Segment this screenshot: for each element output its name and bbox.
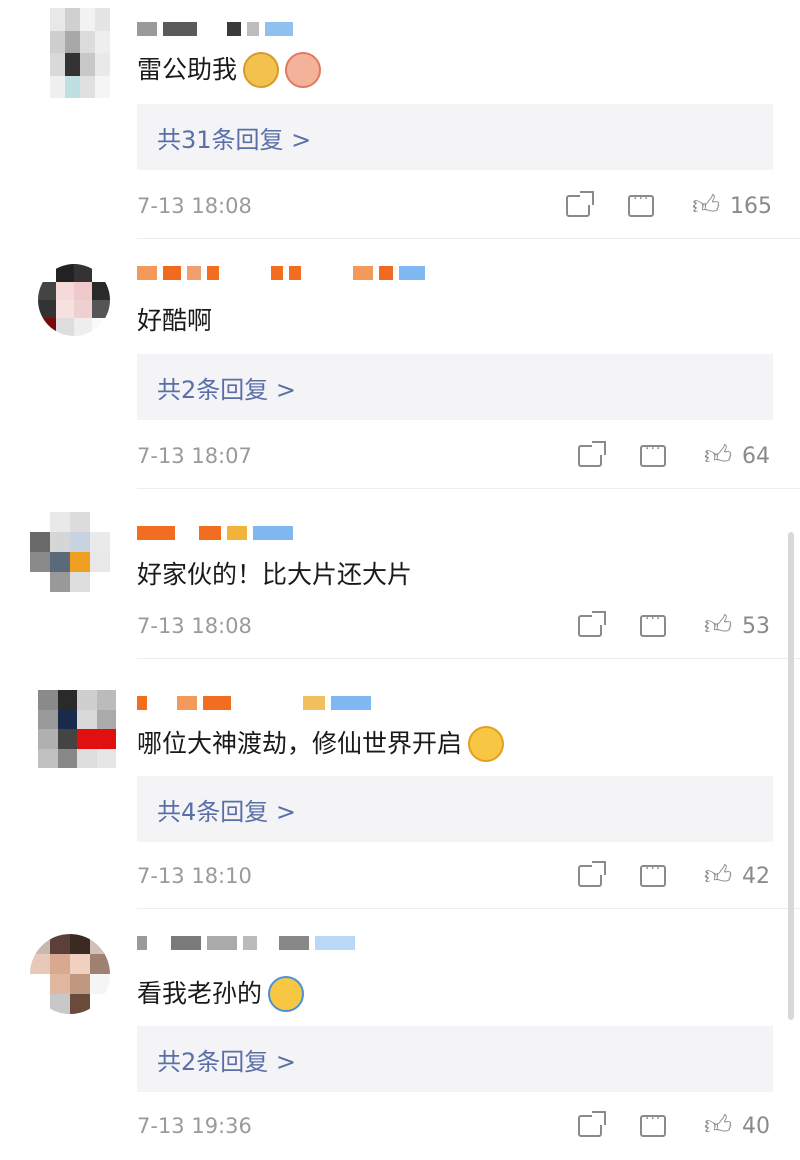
- username-blurred[interactable]: [137, 524, 293, 542]
- share-icon[interactable]: [578, 861, 606, 887]
- timestamp: 7-13 18:08: [137, 194, 252, 218]
- action-bar: 👍︎ 40: [540, 1111, 772, 1140]
- divider: [137, 908, 800, 909]
- divider: [137, 238, 800, 239]
- comment-item: 雷公助我 共31条回复 > 7-13 18:08 👍︎ 165: [0, 0, 800, 240]
- like-count: 42: [742, 863, 770, 889]
- like-count: 40: [742, 1113, 770, 1139]
- avatar[interactable]: [30, 934, 110, 1014]
- like-icon[interactable]: 👍︎: [704, 442, 734, 470]
- timestamp: 7-13 19:36: [137, 1114, 252, 1138]
- timestamp: 7-13 18:08: [137, 614, 252, 638]
- avatar[interactable]: [38, 690, 116, 768]
- grin-sweat-emoji: [468, 726, 505, 762]
- reply-summary[interactable]: 共31条回复 >: [137, 104, 773, 170]
- username-blurred[interactable]: [137, 264, 425, 282]
- reply-count-link[interactable]: 共4条回复 >: [157, 792, 296, 827]
- divider: [137, 658, 800, 659]
- comment-icon[interactable]: [628, 191, 654, 217]
- like-icon[interactable]: 👍︎: [704, 1112, 734, 1140]
- reply-summary[interactable]: 共4条回复 >: [137, 776, 773, 842]
- reply-summary[interactable]: 共2条回复 >: [137, 354, 773, 420]
- username-blurred[interactable]: [137, 934, 355, 952]
- comment-icon[interactable]: [640, 441, 666, 467]
- divider: [137, 488, 800, 489]
- action-bar: 👍︎ 165: [528, 191, 772, 220]
- like-icon[interactable]: 👍︎: [692, 192, 722, 220]
- share-icon[interactable]: [578, 441, 606, 467]
- action-bar: 👍︎ 42: [540, 861, 772, 890]
- share-icon[interactable]: [578, 1111, 606, 1137]
- reply-summary[interactable]: 共2条回复 >: [137, 1026, 773, 1092]
- share-icon[interactable]: [566, 191, 594, 217]
- like-count: 53: [742, 613, 770, 639]
- comment-item: 好家伙的！比大片还大片 7-13 18:08 👍︎ 53: [0, 490, 800, 660]
- like-icon[interactable]: 👍︎: [704, 862, 734, 890]
- like-count: 64: [742, 443, 770, 469]
- timestamp: 7-13 18:10: [137, 864, 252, 888]
- comment-item: 好酷啊 共2条回复 > 7-13 18:07 👍︎ 64: [0, 240, 800, 490]
- username-blurred[interactable]: [137, 20, 293, 38]
- timestamp: 7-13 18:07: [137, 444, 252, 468]
- avatar[interactable]: [38, 264, 110, 336]
- comment-text: 好酷啊: [137, 306, 213, 335]
- comment-item: 哪位大神渡劫，修仙世界开启 共4条回复 > 7-13 18:10 👍︎ 42: [0, 660, 800, 910]
- comment-text: 哪位大神渡劫，修仙世界开启: [137, 726, 505, 762]
- monkey-emoji: [285, 52, 322, 88]
- like-count: 165: [730, 193, 772, 219]
- action-bar: 👍︎ 53: [540, 611, 772, 640]
- comment-item: 看我老孙的 共2条回复 > 7-13 19:36 👍︎ 40: [0, 910, 800, 1160]
- comment-icon[interactable]: [640, 611, 666, 637]
- comment-text: 好家伙的！比大片还大片: [137, 560, 413, 589]
- comment-text: 看我老孙的: [137, 976, 305, 1012]
- avatar[interactable]: [30, 512, 110, 592]
- avatar[interactable]: [50, 8, 110, 98]
- share-icon[interactable]: [578, 611, 606, 637]
- reply-count-link[interactable]: 共2条回复 >: [157, 370, 296, 405]
- doge-emoji: [243, 52, 280, 88]
- like-icon[interactable]: 👍︎: [704, 612, 734, 640]
- scrollbar[interactable]: [788, 532, 794, 1020]
- comment-text: 雷公助我: [137, 52, 322, 88]
- reply-count-link[interactable]: 共31条回复 >: [157, 120, 311, 155]
- comment-icon[interactable]: [640, 1111, 666, 1137]
- reply-count-link[interactable]: 共2条回复 >: [157, 1042, 296, 1077]
- comment-icon[interactable]: [640, 861, 666, 887]
- action-bar: 👍︎ 64: [540, 441, 772, 470]
- laughing-crying-emoji: [268, 976, 305, 1012]
- username-blurred[interactable]: [137, 694, 371, 712]
